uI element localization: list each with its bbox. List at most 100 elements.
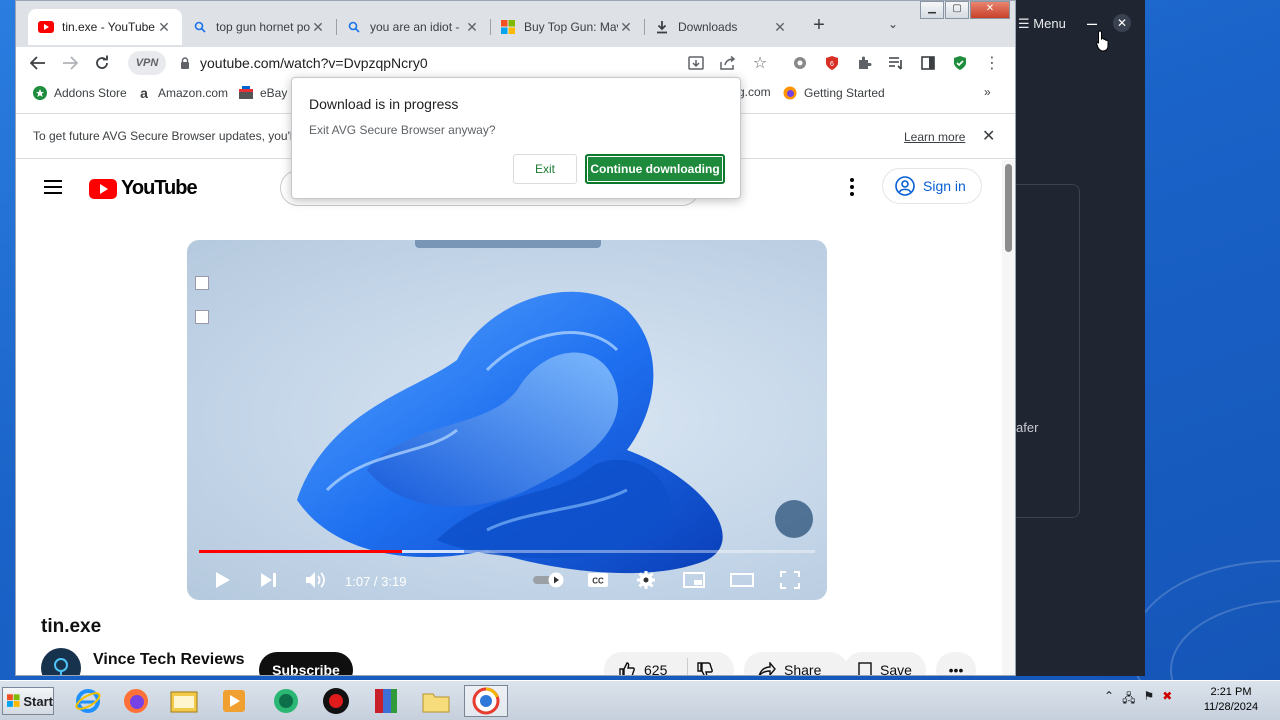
tab-downloads[interactable]: Downloads ✕ <box>644 9 798 45</box>
bookmark-ebay[interactable]: eBay <box>238 85 287 101</box>
volume-muted-icon[interactable]: ✖ <box>1162 689 1172 710</box>
time-display: 1:07 / 3:19 <box>345 574 407 589</box>
reading-list-icon[interactable] <box>884 51 908 75</box>
share-icon[interactable] <box>716 51 740 75</box>
volume-icon[interactable] <box>303 568 329 592</box>
browser-menu-icon[interactable]: ⋮ <box>980 51 1004 75</box>
winrar-icon[interactable] <box>364 685 408 717</box>
youtube-logo[interactable]: YouTube <box>89 177 198 200</box>
play-icon[interactable] <box>211 568 235 592</box>
next-icon[interactable] <box>257 568 281 592</box>
side-panel-icon[interactable] <box>916 51 940 75</box>
avg-shield-icon[interactable] <box>948 51 972 75</box>
fullscreen-icon[interactable] <box>777 568 803 592</box>
close-icon[interactable]: ✕ <box>156 19 172 36</box>
url-text: youtube.com/watch?v=DvpzqpNcry0 <box>200 55 428 71</box>
theater-mode-icon[interactable] <box>729 568 755 592</box>
channel-name[interactable]: Vince Tech Reviews <box>93 651 244 669</box>
hamburger-menu-icon[interactable] <box>44 180 62 194</box>
install-app-icon[interactable] <box>684 51 708 75</box>
amazon-icon: a <box>140 85 148 101</box>
microsoft-icon <box>500 19 516 35</box>
window-minimize-button[interactable]: ▁ <box>920 1 944 19</box>
background-card <box>1016 184 1080 518</box>
tab-search-2[interactable]: you are an idiot - ✕ <box>336 9 490 45</box>
miniplayer-icon[interactable] <box>681 568 707 592</box>
vpn-button[interactable]: VPN <box>128 51 166 75</box>
internet-explorer-icon[interactable] <box>66 685 110 717</box>
firefox-icon <box>782 85 798 101</box>
download-in-progress-dialog: Download is in progress Exit AVG Secure … <box>291 77 741 199</box>
learn-more-link[interactable]: Learn more <box>904 130 965 144</box>
tab-title: top gun hornet po <box>216 20 310 34</box>
media-player-icon[interactable] <box>212 685 256 717</box>
exit-button[interactable]: Exit <box>513 154 577 184</box>
background-menu-label[interactable]: ☰ Menu <box>1018 16 1066 32</box>
captions-icon[interactable]: CC <box>585 568 611 592</box>
save-button[interactable]: Save <box>844 652 926 675</box>
share-button[interactable]: Share <box>744 652 848 675</box>
subscribe-button[interactable]: Subscribe <box>259 652 353 675</box>
bookmark-getting-started[interactable]: Getting Started <box>782 85 885 101</box>
pill-divider <box>687 658 689 675</box>
youtube-icon <box>38 19 54 35</box>
tab-youtube[interactable]: tin.exe - YouTube ✕ <box>28 9 182 45</box>
tab-search-1[interactable]: top gun hornet po ✕ <box>182 9 336 45</box>
back-arrow-icon[interactable] <box>26 51 50 75</box>
page-scrollbar[interactable] <box>1002 160 1015 675</box>
reload-icon[interactable] <box>90 51 114 75</box>
autoplay-toggle-icon[interactable] <box>531 568 567 592</box>
background-close-button[interactable]: ✕ <box>1113 14 1131 32</box>
address-bar[interactable]: youtube.com/watch?v=DvpzqpNcry0 <box>174 51 734 75</box>
forward-arrow-icon[interactable] <box>58 51 82 75</box>
browser-toolbar: VPN youtube.com/watch?v=DvpzqpNcry0 ☆ 6 <box>16 47 1015 79</box>
new-tab-button[interactable]: + <box>808 15 830 37</box>
bookmark-star-icon[interactable]: ☆ <box>748 51 772 75</box>
bookmark-partial[interactable]: g.com <box>738 85 771 99</box>
tab-search-dropdown-icon[interactable]: ⌄ <box>888 17 898 31</box>
tab-strip: tin.exe - YouTube ✕ top gun hornet po ✕ … <box>16 1 1015 47</box>
windows-flag-icon <box>7 694 20 707</box>
extension-gear-icon[interactable] <box>788 51 812 75</box>
window-maximize-button[interactable]: ▢ <box>945 1 969 19</box>
folder-sync-icon[interactable] <box>414 685 458 717</box>
firefox-taskbar-icon[interactable] <box>114 685 158 717</box>
tray-expand-icon[interactable]: ⌃ <box>1104 689 1114 710</box>
chat-app-icon[interactable] <box>264 685 308 717</box>
start-button[interactable]: Start <box>2 687 54 715</box>
video-player[interactable]: 1:07 / 3:19 CC <box>187 240 827 600</box>
network-icon[interactable]: 🖧 <box>1122 689 1135 710</box>
sign-in-label: Sign in <box>923 178 966 194</box>
close-icon[interactable]: ✕ <box>310 19 326 36</box>
avg-browser-taskbar-icon[interactable] <box>464 685 508 717</box>
lock-icon <box>181 57 189 69</box>
adblock-shield-icon[interactable]: 6 <box>820 51 844 75</box>
action-center-flag-icon[interactable]: ⚑ <box>1143 689 1154 710</box>
tab-microsoft[interactable]: Buy Top Gun: Mav ✕ <box>490 9 644 45</box>
clock-time: 2:21 PM <box>1210 686 1252 698</box>
taskbar-clock[interactable]: 2:21 PM 11/28/2024 <box>1198 685 1264 715</box>
bookmark-amazon[interactable]: a Amazon.com <box>136 85 228 101</box>
close-icon[interactable]: ✕ <box>464 19 480 36</box>
window-close-button[interactable]: ✕ <box>970 1 1010 19</box>
extensions-puzzle-icon[interactable] <box>852 51 876 75</box>
addons-store-icon <box>32 85 48 101</box>
bookmarks-overflow-icon[interactable]: » <box>984 85 991 99</box>
sign-in-button[interactable]: Sign in <box>882 168 982 204</box>
scrollbar-thumb[interactable] <box>1005 164 1012 252</box>
close-icon[interactable]: ✕ <box>772 19 788 36</box>
like-dislike-button[interactable]: 625 <box>604 652 734 675</box>
settings-gear-icon[interactable] <box>633 568 659 592</box>
screen-recorder-icon[interactable] <box>314 685 358 717</box>
file-explorer-icon[interactable] <box>162 685 206 717</box>
channel-avatar[interactable] <box>41 648 81 675</box>
channel-watermark-icon[interactable] <box>775 500 813 538</box>
infobar-close-icon[interactable]: ✕ <box>982 126 995 146</box>
more-actions-button[interactable]: ••• <box>936 652 976 675</box>
clock-date: 11/28/2024 <box>1203 701 1259 713</box>
tab-title: Buy Top Gun: Mav <box>524 20 618 34</box>
bookmark-addons-store[interactable]: Addons Store <box>32 85 127 101</box>
close-icon[interactable]: ✕ <box>618 19 634 36</box>
youtube-settings-kebab-icon[interactable] <box>850 178 854 199</box>
continue-downloading-button[interactable]: Continue downloading <box>585 154 725 184</box>
